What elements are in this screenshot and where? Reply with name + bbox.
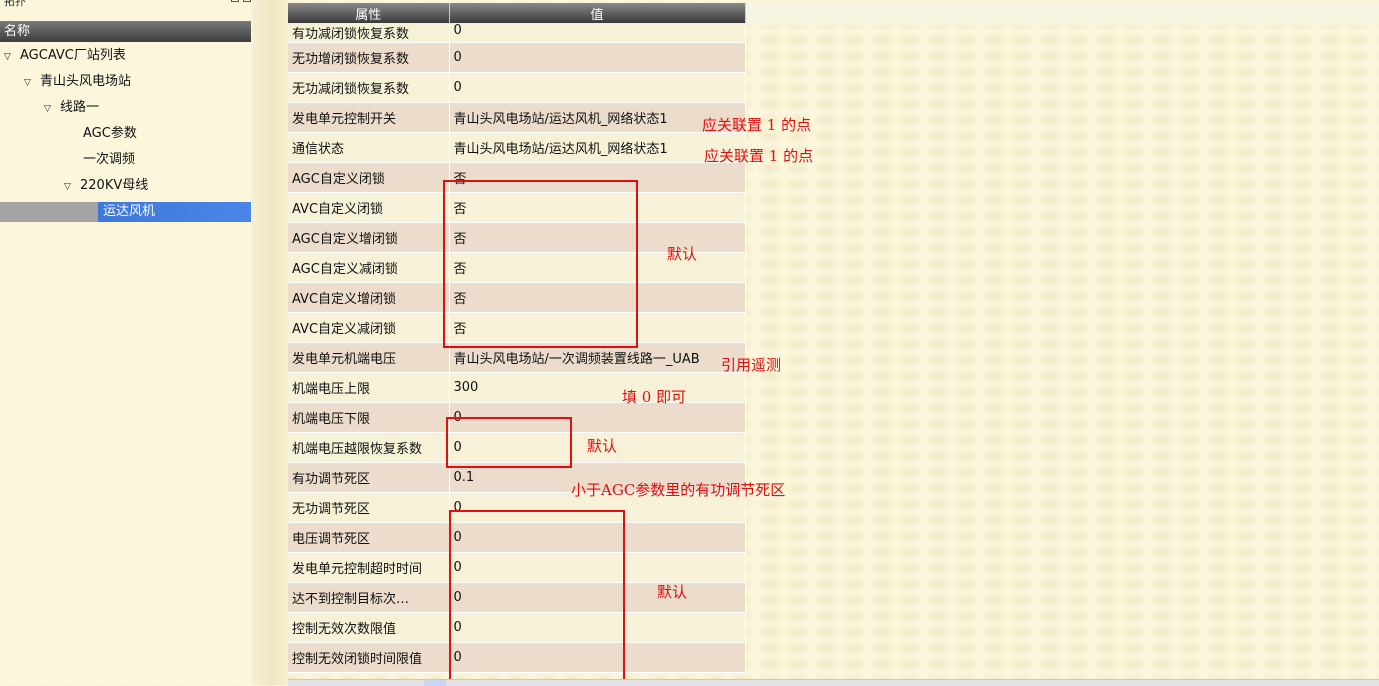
tree-node-label: 线路一	[60, 100, 100, 115]
property-value-cell[interactable]: 青山头风电场站/运达风机_网络状态1	[449, 102, 746, 133]
property-name-cell: AVC自定义增闭锁	[288, 282, 450, 313]
property-value-cell[interactable]: 0	[449, 402, 746, 433]
property-name-cell: 机端电压上限	[288, 372, 450, 403]
tree-node-220kv-bus[interactable]: ▽ 220KV母线	[64, 176, 148, 196]
property-value-cell[interactable]: 否	[449, 162, 746, 193]
property-name-cell: 控制无效闭锁时间限值	[288, 642, 450, 673]
property-value-cell[interactable]: 否	[449, 252, 746, 283]
tree-node-label: 青山头风电场站	[40, 74, 132, 89]
tree-node-yunda-turbine[interactable]: 运达风机	[0, 202, 251, 222]
property-row[interactable]: 机端电压越限恢复系数 0	[288, 432, 746, 463]
property-value-cell[interactable]: 0	[449, 522, 746, 553]
property-row[interactable]: 发电单元控制开关 青山头风电场站/运达风机_网络状态1	[288, 102, 746, 133]
grid-header-extension	[745, 3, 1379, 25]
property-value-cell[interactable]: 0	[449, 582, 746, 613]
property-row[interactable]: AVC自定义减闭锁否	[288, 312, 746, 343]
property-value-cell[interactable]: 青山头风电场站/一次调频装置线路一_UAB	[449, 342, 746, 373]
property-row[interactable]: 控制无效闭锁时间限值 0	[288, 642, 746, 673]
property-row[interactable]: 机端电压下限 0	[288, 402, 746, 433]
expand-toggle-icon[interactable]: ▽	[44, 99, 60, 119]
property-value-cell[interactable]: 0	[449, 42, 746, 73]
property-name-cell: AVC自定义闭锁	[288, 192, 450, 223]
property-grid: 属性 值 有功减闭锁恢复系数 0 无功增闭锁恢复系数 0 无功减闭锁恢复系数 0 发电单元控…	[288, 3, 746, 673]
tree-node-label: 运达风机	[103, 204, 156, 219]
tree-node-qingshantou-station[interactable]: ▽ 青山头风电场站	[24, 72, 131, 92]
property-name-cell: 发电单元控制超时时间	[288, 552, 450, 583]
property-name-cell: 控制无效次数限值	[288, 612, 450, 643]
property-name-cell: 机端电压越限恢复系数	[288, 432, 450, 463]
property-value-cell[interactable]: 0	[449, 72, 746, 103]
expand-toggle-icon[interactable]: ▽	[64, 177, 80, 197]
property-name-cell: AGC自定义闭锁	[288, 162, 450, 193]
property-value-cell[interactable]: 否	[449, 222, 746, 253]
scrollbar-thumb[interactable]	[424, 680, 446, 686]
column-header-attribute[interactable]: 属性	[288, 3, 450, 23]
property-value-cell[interactable]: 0	[449, 642, 746, 673]
property-value-cell[interactable]: 否	[449, 192, 746, 223]
property-name-cell: 有功调节死区	[288, 462, 450, 493]
column-header-value[interactable]: 值	[449, 3, 746, 23]
property-row[interactable]: AVC自定义增闭锁否	[288, 282, 746, 313]
annotation-note-comm-status: 应关联置 1 的点	[704, 147, 814, 165]
property-name-cell: 达不到控制目标次…	[288, 582, 450, 613]
annotation-note-switch: 应关联置 1 的点	[702, 116, 812, 134]
property-row[interactable]: 发电单元机端电压 青山头风电场站/一次调频装置线路一_UAB	[288, 342, 746, 373]
property-name-cell: 通信状态	[288, 132, 450, 163]
tree-node-label: 一次调频	[83, 152, 136, 167]
property-name-cell: 无功调节死区	[288, 492, 450, 523]
property-row[interactable]: 有功减闭锁恢复系数 0	[288, 23, 746, 43]
property-name-cell: 有功减闭锁恢复系数	[288, 23, 450, 43]
tree-panel-titlebar: 拓扑	[0, 0, 252, 8]
tree-panel-title: 拓扑	[4, 0, 26, 8]
tree-node-label: AGCAVC厂站列表	[20, 48, 126, 63]
property-value-cell[interactable]: 否	[449, 282, 746, 313]
tree-node-agcavc-station-list[interactable]: ▽ AGCAVC厂站列表	[4, 46, 126, 66]
property-name-cell: AGC自定义减闭锁	[288, 252, 450, 283]
property-row[interactable]: 发电单元控制超时时间 0	[288, 552, 746, 583]
property-name-cell: 无功增闭锁恢复系数	[288, 42, 450, 73]
annotation-note-deadband: 小于AGC参数里的有功调节死区	[571, 481, 786, 499]
property-value-cell[interactable]: 否	[449, 312, 746, 343]
property-row[interactable]: 电压调节死区 0	[288, 522, 746, 553]
annotation-note-default-deadbands: 默认	[657, 583, 688, 601]
panel-splitter[interactable]	[252, 0, 288, 685]
annotation-note-default-locks: 默认	[667, 245, 698, 263]
tree-node-agc-params[interactable]: AGC参数	[83, 124, 137, 144]
annotation-note-voltage-ref: 引用遥测	[721, 356, 782, 374]
tree-node-label: AGC参数	[83, 126, 137, 141]
property-value-cell[interactable]: 青山头风电场站/运达风机_网络状态1	[449, 132, 746, 163]
tree-node-label: 220KV母线	[80, 178, 149, 193]
property-name-cell: 电压调节死区	[288, 522, 450, 553]
restore-icon[interactable]	[243, 0, 251, 2]
tree-node-primary-frequency[interactable]: 一次调频	[83, 150, 135, 170]
property-name-cell: 发电单元机端电压	[288, 342, 450, 373]
property-row[interactable]: 无功增闭锁恢复系数 0	[288, 42, 746, 73]
property-name-cell: AVC自定义减闭锁	[288, 312, 450, 343]
property-row[interactable]: 通信状态 青山头风电场站/运达风机_网络状态1	[288, 132, 746, 163]
property-value-cell[interactable]: 0	[449, 612, 746, 643]
tree-column-header[interactable]: 名称	[0, 21, 251, 42]
property-row[interactable]: AGC自定义闭锁否	[288, 162, 746, 193]
property-row[interactable]: 控制无效次数限值 0	[288, 612, 746, 643]
property-name-cell: 发电单元控制开关	[288, 102, 450, 133]
expand-toggle-icon[interactable]: ▽	[24, 73, 40, 93]
property-row[interactable]: AVC自定义闭锁否	[288, 192, 746, 223]
property-value-cell[interactable]: 0	[449, 23, 746, 43]
property-name-cell: 机端电压下限	[288, 402, 450, 433]
property-value-cell[interactable]: 0	[449, 552, 746, 583]
property-row[interactable]: 无功减闭锁恢复系数 0	[288, 72, 746, 103]
tree-panel: 拓扑 名称 ▽ AGCAVC厂站列表 ▽ 青山头风电场站 ▽ 线路一 AGC参数 一次…	[0, 0, 252, 685]
annotation-note-upper-limit: 填 0 即可	[622, 388, 687, 406]
minimize-icon[interactable]	[231, 0, 239, 2]
annotation-note-default-voltage: 默认	[587, 437, 618, 455]
property-name-cell: 无功减闭锁恢复系数	[288, 72, 450, 103]
tree-node-line-one[interactable]: ▽ 线路一	[44, 98, 99, 118]
property-value-cell[interactable]: 300	[449, 372, 746, 403]
expand-toggle-icon[interactable]: ▽	[4, 47, 20, 67]
property-name-cell: AGC自定义增闭锁	[288, 222, 450, 253]
